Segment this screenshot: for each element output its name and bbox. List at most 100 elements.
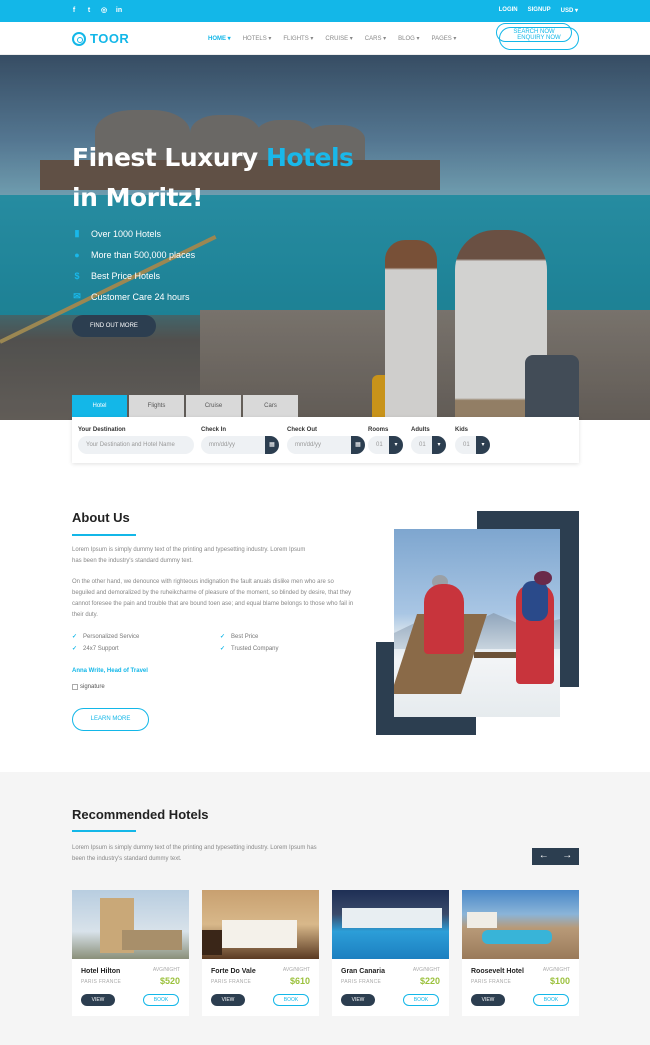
currency-select[interactable]: USD ▾: [561, 7, 578, 14]
hero-features: ▮ Over 1000 Hotels ● More than 500,000 pla…: [72, 223, 195, 307]
chevron-down-icon: ▾: [476, 436, 490, 454]
author-name: Anna Write, Head of Travel: [72, 668, 148, 674]
hotel-pool: [482, 930, 552, 944]
about-photo: [394, 529, 560, 717]
hotel-location: PARIS FRANCE: [211, 979, 252, 985]
check-icon: ✓: [220, 646, 226, 652]
about-intro: Lorem Ipsum is simply dummy text of the …: [72, 547, 306, 564]
checkout-label: Check Out: [287, 427, 318, 433]
hotel-name: Hotel Hilton: [81, 968, 121, 975]
checkout-input[interactable]: mm/dd/yy ▦: [287, 436, 365, 454]
title-underline: [72, 830, 136, 832]
rooms-label: Rooms: [368, 427, 389, 433]
view-button[interactable]: VIEW: [81, 994, 115, 1006]
recommended-title: Recommended Hotels: [72, 807, 209, 822]
arrow-right-icon[interactable]: →: [556, 848, 580, 865]
check-text: Personalized Service: [83, 633, 140, 640]
nav-item-hotels[interactable]: HOTELS ▾: [243, 35, 272, 42]
view-button[interactable]: VIEW: [211, 994, 245, 1006]
book-button[interactable]: BOOK: [403, 994, 439, 1006]
hotel-image: [72, 890, 189, 959]
learn-more-button[interactable]: LEARN MORE: [72, 708, 149, 731]
logo[interactable]: TOOR: [72, 31, 129, 46]
arrow-left-icon[interactable]: ←: [532, 848, 556, 865]
destination-input[interactable]: Your Destination and Hotel Name: [78, 436, 194, 454]
nav-item-blog[interactable]: BLOG ▾: [398, 35, 419, 42]
view-button[interactable]: VIEW: [471, 994, 505, 1006]
logo-icon: [72, 31, 86, 46]
twitter-icon[interactable]: t: [85, 6, 93, 15]
hotel-card[interactable]: Forte Do Vale PARIS FRANCE AVG/NIGHT $61…: [202, 890, 319, 1016]
carousel-controls: ← →: [532, 848, 579, 865]
kids-select[interactable]: 01 ▾: [455, 436, 490, 454]
nav-item-cruise[interactable]: CRUISE ▾: [325, 35, 352, 42]
nav-item-cars[interactable]: CARS ▾: [365, 35, 386, 42]
search-form: Your Destination Your Destination and Ho…: [72, 417, 579, 463]
recommended-desc: Lorem Ipsum is simply dummy text of the …: [72, 845, 317, 862]
book-button[interactable]: BOOK: [533, 994, 569, 1006]
rooms-select[interactable]: 01 ▾: [368, 436, 403, 454]
tab-flights[interactable]: Flights: [129, 395, 184, 417]
instagram-icon[interactable]: ◎: [100, 6, 108, 15]
feature-text: Best Price Hotels: [91, 270, 161, 281]
hotel-card[interactable]: Hotel Hilton PARIS FRANCE AVG/NIGHT $520…: [72, 890, 189, 1016]
top-bar: f t ◎ in LOGIN SIGNUP USD ▾: [0, 0, 650, 22]
hero-title-line1: Finest Luxury: [72, 143, 258, 172]
chevron-down-icon: ▾: [574, 8, 578, 14]
calendar-icon[interactable]: ▦: [265, 436, 279, 454]
checkout-placeholder: mm/dd/yy: [295, 442, 322, 448]
destination-field: Your Destination Your Destination and Ho…: [78, 427, 194, 454]
feature-text: Over 1000 Hotels: [91, 228, 162, 239]
calendar-icon[interactable]: ▦: [351, 436, 365, 454]
hotel-card[interactable]: Roosevelt Hotel PARIS FRANCE AVG/NIGHT $…: [462, 890, 579, 1016]
facebook-icon[interactable]: f: [70, 6, 78, 15]
feature-text: More than 500,000 places: [91, 249, 196, 260]
search-tabs: Hotel Flights Cruise Cars: [72, 395, 298, 417]
rooms-field: Rooms 01 ▾: [368, 427, 403, 454]
hotel-location: PARIS FRANCE: [341, 979, 382, 985]
hero-title: Finest Luxury Hotels in Moritz!: [72, 138, 392, 218]
check-icon: ✓: [220, 634, 226, 640]
tab-cruise[interactable]: Cruise: [186, 395, 241, 417]
book-button[interactable]: BOOK: [273, 994, 309, 1006]
feature-item: $ Best Price Hotels: [72, 265, 195, 286]
title-underline: [72, 534, 136, 536]
bookmark-icon: ▮: [74, 228, 80, 238]
feature-item: ● More than 500,000 places: [72, 244, 195, 265]
adults-select[interactable]: 01 ▾: [411, 436, 446, 454]
signup-link[interactable]: SIGNUP: [528, 7, 551, 14]
check-icon: ✓: [72, 634, 78, 640]
nav-item-pages[interactable]: PAGES ▾: [432, 35, 457, 42]
check-text: Trusted Company: [231, 645, 279, 652]
checkin-input[interactable]: mm/dd/yy ▦: [201, 436, 279, 454]
check-item: ✓ Trusted Company: [220, 645, 368, 653]
tab-hotel[interactable]: Hotel: [72, 395, 127, 417]
nav-item-flights[interactable]: FLIGHTS ▾: [283, 35, 313, 42]
linkedin-icon[interactable]: in: [115, 6, 123, 15]
photo-person-head: [534, 571, 552, 585]
account-links: LOGIN SIGNUP USD ▾: [499, 7, 578, 14]
hotel-bed: [222, 920, 297, 948]
check-item: ✓ Best Price: [220, 633, 368, 641]
nav-item-label: HOME: [208, 36, 226, 42]
nav-item-label: HOTELS: [242, 36, 267, 42]
signature-image: signature: [72, 684, 105, 690]
hero-title-line2: in Moritz!: [72, 183, 203, 212]
find-out-more-button[interactable]: FIND OUT MORE: [72, 315, 156, 337]
adults-label: Adults: [411, 427, 430, 433]
tab-cars[interactable]: Cars: [243, 395, 298, 417]
chevron-down-icon: ▾: [432, 436, 446, 454]
chevron-down-icon: ▾: [389, 436, 403, 454]
login-link[interactable]: LOGIN: [499, 7, 518, 14]
hotel-card[interactable]: Gran Canaria PARIS FRANCE AVG/NIGHT $220…: [332, 890, 449, 1016]
book-button[interactable]: BOOK: [143, 994, 179, 1006]
search-now-button[interactable]: SEARCH NOW: [496, 23, 572, 42]
hotel-name: Gran Canaria: [341, 968, 385, 975]
kids-label: Kids: [455, 427, 469, 433]
nav-item-home[interactable]: HOME ▾: [208, 35, 231, 42]
broken-image-icon: [72, 684, 78, 690]
nav-item-label: CRUISE: [325, 36, 349, 42]
hotel-price: $520: [159, 976, 180, 986]
view-button[interactable]: VIEW: [341, 994, 375, 1006]
map-pin-icon: ●: [74, 249, 80, 260]
